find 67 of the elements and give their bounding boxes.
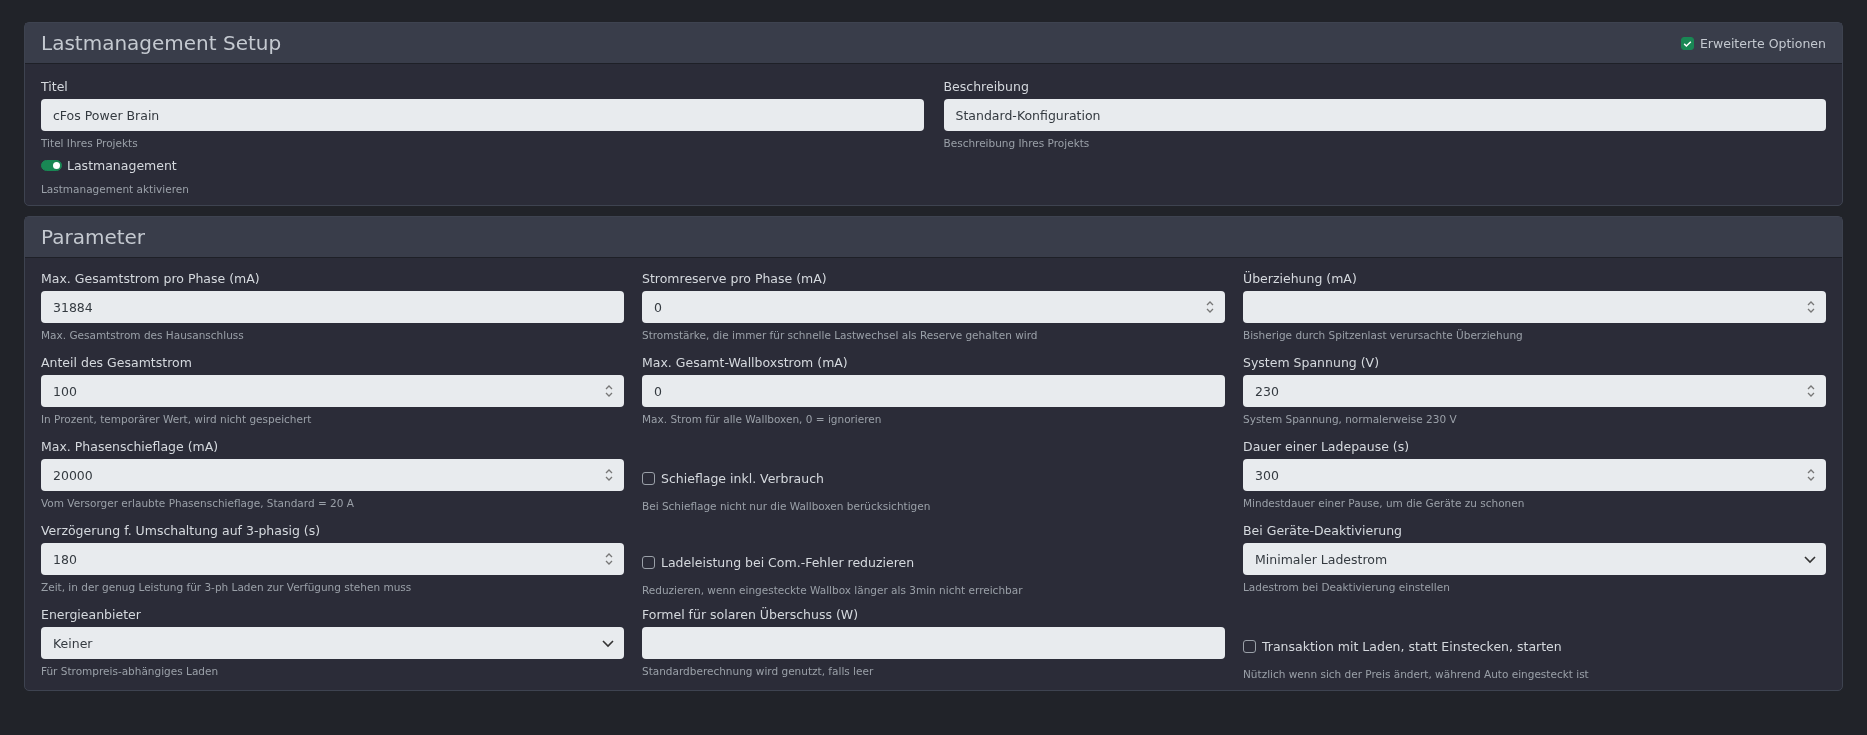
number-field[interactable]: 180	[41, 543, 624, 575]
input-field[interactable]: 31884	[41, 291, 624, 323]
help-text: Vom Versorger erlaubte Phasenschieflage, Standard = 20 A	[41, 497, 355, 509]
toggle-switch[interactable]	[41, 160, 62, 171]
checkbox[interactable]	[1243, 639, 1256, 653]
field-label: Dauer einer Ladepause (s)	[1243, 438, 1411, 456]
field-label: Stromreserve pro Phase (mA)	[642, 270, 828, 288]
help-text: Bei Schieflage nicht nur die Wallboxen berücksichtigen	[642, 500, 932, 512]
checkbox[interactable]	[1680, 36, 1694, 50]
checkbox[interactable]	[642, 471, 655, 485]
field-label: Max. Gesamtstrom pro Phase (mA)	[41, 270, 261, 288]
field-label: Beschreibung	[943, 78, 1030, 96]
field-label: Bei Geräte-Deaktivierung	[1243, 522, 1404, 540]
field-label: Energieanbieter	[41, 606, 142, 624]
help-text: System Spannung, normalerweise 230 V	[1243, 413, 1458, 425]
switch-label: Lastmanagement	[67, 158, 177, 173]
help-text: In Prozent, temporärer Wert, wird nicht gespeichert	[41, 413, 313, 425]
dropdown[interactable]: Keiner	[41, 627, 624, 659]
field-label: Titel	[41, 78, 69, 96]
input-field[interactable]: cFos Power Brain	[41, 99, 924, 131]
field-label: Max. Phasenschieflage (mA)	[41, 438, 220, 456]
number-field[interactable]: 0	[642, 291, 1225, 323]
checkbox[interactable]	[642, 555, 655, 569]
spinner-icon[interactable]	[604, 468, 614, 482]
number-field[interactable]: 300	[1243, 459, 1826, 491]
spinner-icon[interactable]	[1806, 468, 1816, 482]
checkbox-label: Ladeleistung bei Com.-Fehler reduzieren	[661, 554, 915, 570]
help-text: Mindestdauer einer Pause, um die Geräte zu schonen	[1243, 497, 1526, 509]
field-label: Überziehung (mA)	[1243, 270, 1358, 288]
number-field[interactable]: 100	[41, 375, 624, 407]
input-field[interactable]: 0	[642, 375, 1225, 407]
chevron-down-icon	[1804, 554, 1816, 564]
help-text: Titel Ihres Projekts	[41, 137, 139, 149]
field-label: Formel für solaren Überschuss (W)	[642, 606, 860, 624]
help-text: Ladestrom bei Deaktivierung einstellen	[1243, 581, 1451, 593]
number-field[interactable]	[1243, 291, 1826, 323]
input-field[interactable]	[642, 627, 1225, 659]
card-title: Parameter	[41, 225, 146, 249]
spinner-icon[interactable]	[604, 552, 614, 566]
help-text: Max. Strom für alle Wallboxen, 0 = ignorieren	[642, 413, 883, 425]
card-title: Lastmanagement Setup	[41, 31, 282, 55]
help-text: Bisherige durch Spitzenlast verursachte Überziehung	[1243, 329, 1524, 341]
help-text: Reduzieren, wenn eingesteckte Wallbox länger als 3min nicht erreichbar	[642, 584, 1024, 596]
help-text: Lastmanagement aktivieren	[41, 183, 190, 195]
help-text: Für Strompreis-abhängiges Laden	[41, 665, 220, 677]
spinner-icon[interactable]	[1205, 300, 1215, 314]
field-label: Max. Gesamt-Wallboxstrom (mA)	[642, 354, 849, 372]
input-field[interactable]: Standard-Konfiguration	[943, 99, 1826, 131]
checkbox-label: Erweiterte Optionen	[1699, 35, 1826, 51]
help-text: Nützlich wenn sich der Preis ändert, während Auto eingesteckt ist	[1243, 668, 1590, 680]
field-label: Anteil des Gesamtstrom	[41, 354, 193, 372]
help-text: Stromstärke, die immer für schnelle Lastwechsel als Reserve gehalten wird	[642, 329, 1039, 341]
spinner-icon[interactable]	[604, 384, 614, 398]
help-text: Beschreibung Ihres Projekts	[943, 137, 1091, 149]
help-text: Standardberechnung wird genutzt, falls leer	[642, 665, 875, 677]
checkbox-label: Transaktion mit Laden, statt Einstecken, starten	[1262, 638, 1562, 654]
spinner-icon[interactable]	[1806, 300, 1816, 314]
chevron-down-icon	[602, 638, 614, 648]
field-label: System Spannung (V)	[1243, 354, 1381, 372]
number-field[interactable]: 230	[1243, 375, 1826, 407]
spinner-icon[interactable]	[1806, 384, 1816, 398]
dropdown[interactable]: Minimaler Ladestrom	[1243, 543, 1826, 575]
help-text: Max. Gesamtstrom des Hausanschluss	[41, 329, 245, 341]
field-label: Verzögerung f. Umschaltung auf 3-phasig (s)	[41, 522, 322, 540]
number-field[interactable]: 20000	[41, 459, 624, 491]
checkbox-label: Schieflage inkl. Verbrauch	[661, 470, 824, 486]
help-text: Zeit, in der genug Leistung für 3-ph Laden zur Verfügung stehen muss	[41, 581, 413, 593]
